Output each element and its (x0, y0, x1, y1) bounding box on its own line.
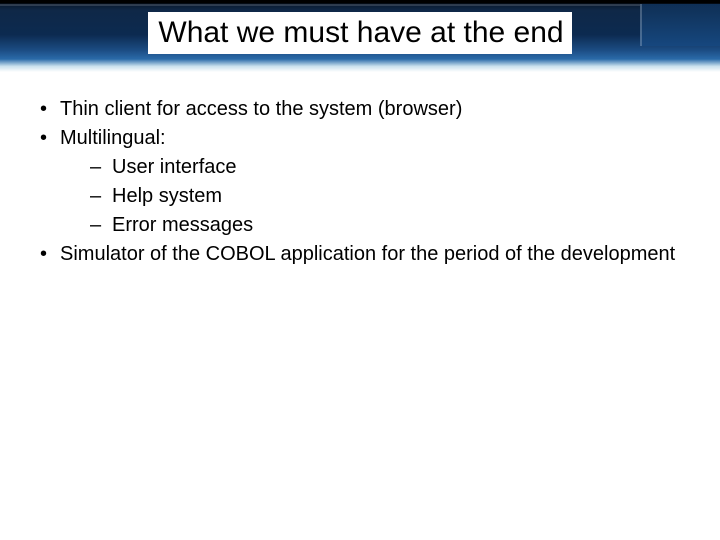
bullet-list: Thin client for access to the system (br… (34, 96, 686, 268)
sub-bullet-text: User interface (112, 156, 237, 178)
sub-bullet-text: Help system (112, 185, 222, 207)
list-item: User interface (60, 154, 686, 181)
sub-list: User interface Help system Error message… (60, 154, 686, 239)
slide-header-band: What we must have at the end (0, 0, 720, 72)
bullet-text: Multilingual: (60, 127, 166, 149)
slide-title: What we must have at the end (148, 12, 571, 54)
list-item: Error messages (60, 212, 686, 239)
list-item: Multilingual: User interface Help system… (34, 125, 686, 239)
list-item: Simulator of the COBOL application for t… (34, 241, 686, 268)
list-item: Thin client for access to the system (br… (34, 96, 686, 123)
header-accent-block (640, 4, 720, 46)
sub-bullet-text: Error messages (112, 214, 253, 236)
slide-body: Thin client for access to the system (br… (0, 72, 720, 268)
bullet-text: Simulator of the COBOL application for t… (60, 243, 675, 265)
bullet-text: Thin client for access to the system (br… (60, 98, 462, 120)
list-item: Help system (60, 183, 686, 210)
